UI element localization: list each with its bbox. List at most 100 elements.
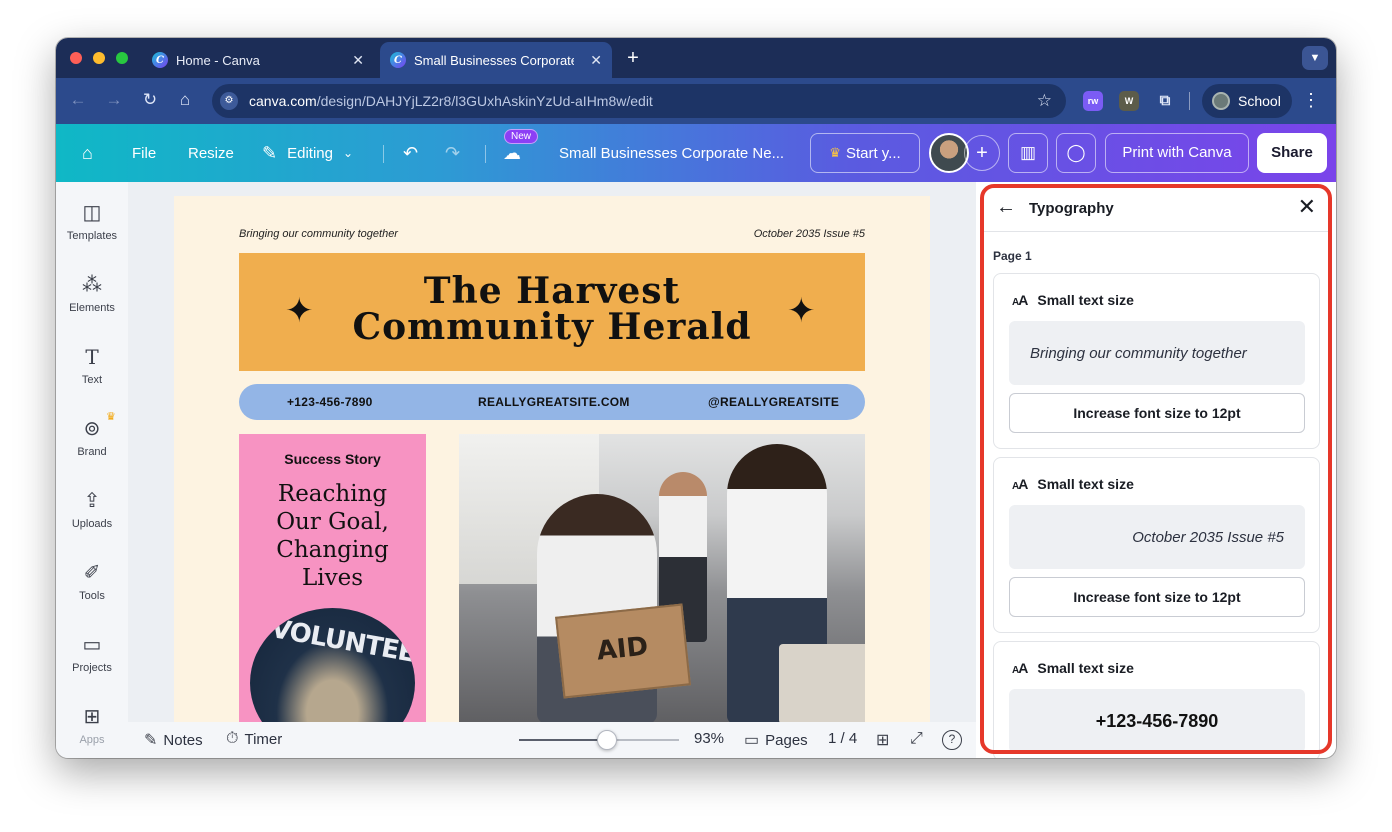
social-handle-text[interactable]: @REALLYGREATSITE	[708, 395, 839, 409]
browser-tab-home[interactable]: C Home - Canva ✕	[142, 42, 374, 78]
sidebar-item-tools[interactable]: ✐ Tools	[56, 560, 128, 602]
zoom-level[interactable]: 93%	[694, 730, 724, 747]
user-avatar[interactable]	[929, 133, 969, 173]
zoom-slider-handle[interactable]	[597, 730, 617, 750]
apps-icon: ⊞	[83, 706, 101, 728]
resize-button[interactable]: Resize	[188, 124, 234, 182]
url-text[interactable]: canva.com/design/DAHJYjLZ2r8/l3GUxhAskin…	[249, 93, 653, 109]
volunteers-photo[interactable]: AID	[459, 434, 865, 722]
phone-text[interactable]: +123-456-7890	[287, 395, 373, 409]
fullscreen-button[interactable]: ⤢	[910, 730, 929, 748]
canva-editor-header: ⌂ File Resize ✎ Editing ⌄ ↶ ↷ ☁ New Smal…	[56, 124, 1336, 182]
tab-search-chevron-icon[interactable]: ▼	[1302, 46, 1328, 70]
sidebar-item-brand[interactable]: ⊚ Brand	[56, 416, 128, 458]
issue-text[interactable]: October 2035 Issue #5	[754, 228, 865, 240]
sidebar-item-label: Apps	[79, 734, 105, 746]
site-settings-icon[interactable]: ⚙	[220, 92, 238, 110]
aid-box-label: AID	[595, 631, 650, 667]
zoom-window-button[interactable]	[116, 52, 128, 64]
story-kicker[interactable]: Success Story	[239, 451, 426, 467]
crown-icon: ♛	[829, 145, 841, 160]
comments-button[interactable]: ◯	[1056, 133, 1096, 173]
masthead-title-line: Community Herald	[352, 306, 752, 348]
photo-aid-box: AID	[555, 603, 691, 699]
browser-tab-design[interactable]: C Small Businesses Corporate N ✕	[380, 42, 612, 78]
canva-home-button[interactable]: ⌂	[82, 124, 93, 182]
tab-close-icon[interactable]: ✕	[590, 52, 602, 69]
story-headline[interactable]: Reaching Our Goal, Changing Lives	[239, 480, 426, 592]
sidebar-item-uploads[interactable]: ⇪ Uploads	[56, 488, 128, 530]
sidebar-item-label: Text	[81, 374, 103, 386]
projects-icon: ▭	[82, 634, 102, 656]
zoom-slider[interactable]	[519, 730, 679, 750]
help-icon: ?	[942, 730, 962, 750]
profile-avatar-icon	[1212, 92, 1230, 110]
document-title[interactable]: Small Businesses Corporate Ne...	[559, 124, 784, 182]
start-trial-button[interactable]: ♛ Start y...	[810, 133, 920, 173]
home-icon[interactable]: ⌂	[175, 90, 195, 110]
design-page[interactable]: Bringing our community together October …	[174, 196, 930, 722]
url-bar[interactable]: ⚙ canva.com/design/DAHJYjLZ2r8/l3GUxhAsk…	[212, 84, 1066, 118]
page-counter[interactable]: 1 / 4	[828, 730, 857, 747]
cloud-check-icon: ☁	[503, 142, 521, 163]
sidebar-item-projects[interactable]: ▭ Projects	[56, 632, 128, 674]
comment-icon: ◯	[1066, 143, 1086, 162]
sidebar-item-elements[interactable]: ⁂ Elements	[56, 272, 128, 314]
sidebar-item-text[interactable]: T Text	[56, 344, 128, 386]
headline-line: Reaching	[277, 481, 388, 507]
elements-icon: ⁂	[82, 274, 102, 296]
grid-view-button[interactable]: ⊞	[876, 730, 895, 750]
new-badge: New	[504, 129, 539, 144]
editing-mode-button[interactable]: ✎ Editing ⌄	[262, 124, 353, 182]
sidebar-item-label: Brand	[77, 446, 107, 458]
sidebar-item-templates[interactable]: ◫ Templates	[56, 200, 128, 242]
sidebar-item-label: Uploads	[71, 518, 113, 530]
extension-rw-icon[interactable]: rw	[1083, 91, 1103, 111]
tab-close-icon[interactable]: ✕	[352, 52, 364, 69]
left-sidebar: ◫ Templates ⁂ Elements T Text ♛ ⊚ Brand ⇪ Upl…	[56, 182, 128, 758]
close-window-button[interactable]	[70, 52, 82, 64]
canva-favicon-icon: C	[152, 52, 168, 68]
website-text[interactable]: REALLYGREATSITE.COM	[478, 395, 630, 409]
masthead-title-line: The Harvest	[423, 270, 681, 312]
tab-strip: C Home - Canva ✕ C Small Businesses Corp…	[56, 38, 1336, 78]
sidebar-item-label: Elements	[69, 302, 115, 314]
minimize-window-button[interactable]	[93, 52, 105, 64]
sidebar-item-apps[interactable]: ⊞ Apps	[56, 704, 128, 746]
back-arrow-icon[interactable]: ←	[68, 90, 88, 110]
notes-button[interactable]: ✎ Notes	[144, 730, 203, 750]
masthead-title[interactable]: The Harvest Community Herald	[239, 273, 865, 345]
tagline-text[interactable]: Bringing our community together	[239, 228, 398, 240]
design-canvas-area[interactable]: Bringing our community together October …	[128, 182, 976, 722]
bookmark-star-icon[interactable]: ☆	[1037, 91, 1052, 111]
help-button[interactable]: ?	[942, 730, 968, 750]
redo-button[interactable]: ↷	[445, 124, 460, 182]
extension-w-icon[interactable]: W	[1119, 91, 1139, 111]
timer-button[interactable]: ⏱ Timer	[226, 730, 282, 748]
forward-arrow-icon[interactable]: →	[104, 90, 124, 110]
insights-chart-button[interactable]: ▥	[1008, 133, 1048, 173]
print-with-canva-button[interactable]: Print with Canva	[1105, 133, 1249, 173]
new-tab-button[interactable]: +	[622, 47, 644, 69]
reload-icon[interactable]: ↻	[140, 90, 160, 110]
file-menu-button[interactable]: File	[132, 124, 156, 182]
editor-bottom-bar: ✎ Notes ⏱ Timer 93% ▭ Pages 1 / 4 ⊞ ⤢ ?	[128, 722, 976, 758]
volunteer-circle-photo[interactable]: VOLUNTEER	[250, 608, 415, 722]
chevron-down-icon: ⌄	[342, 146, 354, 160]
sidebar-item-label: Templates	[66, 230, 118, 242]
photo-box	[779, 644, 865, 722]
templates-icon: ◫	[82, 202, 102, 224]
browser-menu-icon[interactable]: ⋮	[1302, 90, 1320, 111]
undo-button[interactable]: ↶	[403, 124, 418, 182]
add-collaborator-button[interactable]: +	[964, 135, 1000, 171]
extensions-puzzle-icon[interactable]: ⧉	[1155, 91, 1175, 111]
success-story-box[interactable]: Success Story Reaching Our Goal, Changin…	[239, 434, 426, 722]
masthead-banner[interactable]: ✦ The Harvest Community Herald ✦	[239, 253, 865, 371]
headline-line: Our Goal,	[276, 509, 389, 535]
headline-line: Lives	[301, 565, 364, 591]
contact-bar[interactable]: +123-456-7890 REALLYGREATSITE.COM @REALL…	[239, 384, 865, 420]
profile-button[interactable]: School	[1202, 84, 1292, 118]
pages-button[interactable]: ▭ Pages	[744, 730, 808, 750]
uploads-icon: ⇪	[83, 490, 101, 512]
share-button[interactable]: Share	[1257, 133, 1327, 173]
